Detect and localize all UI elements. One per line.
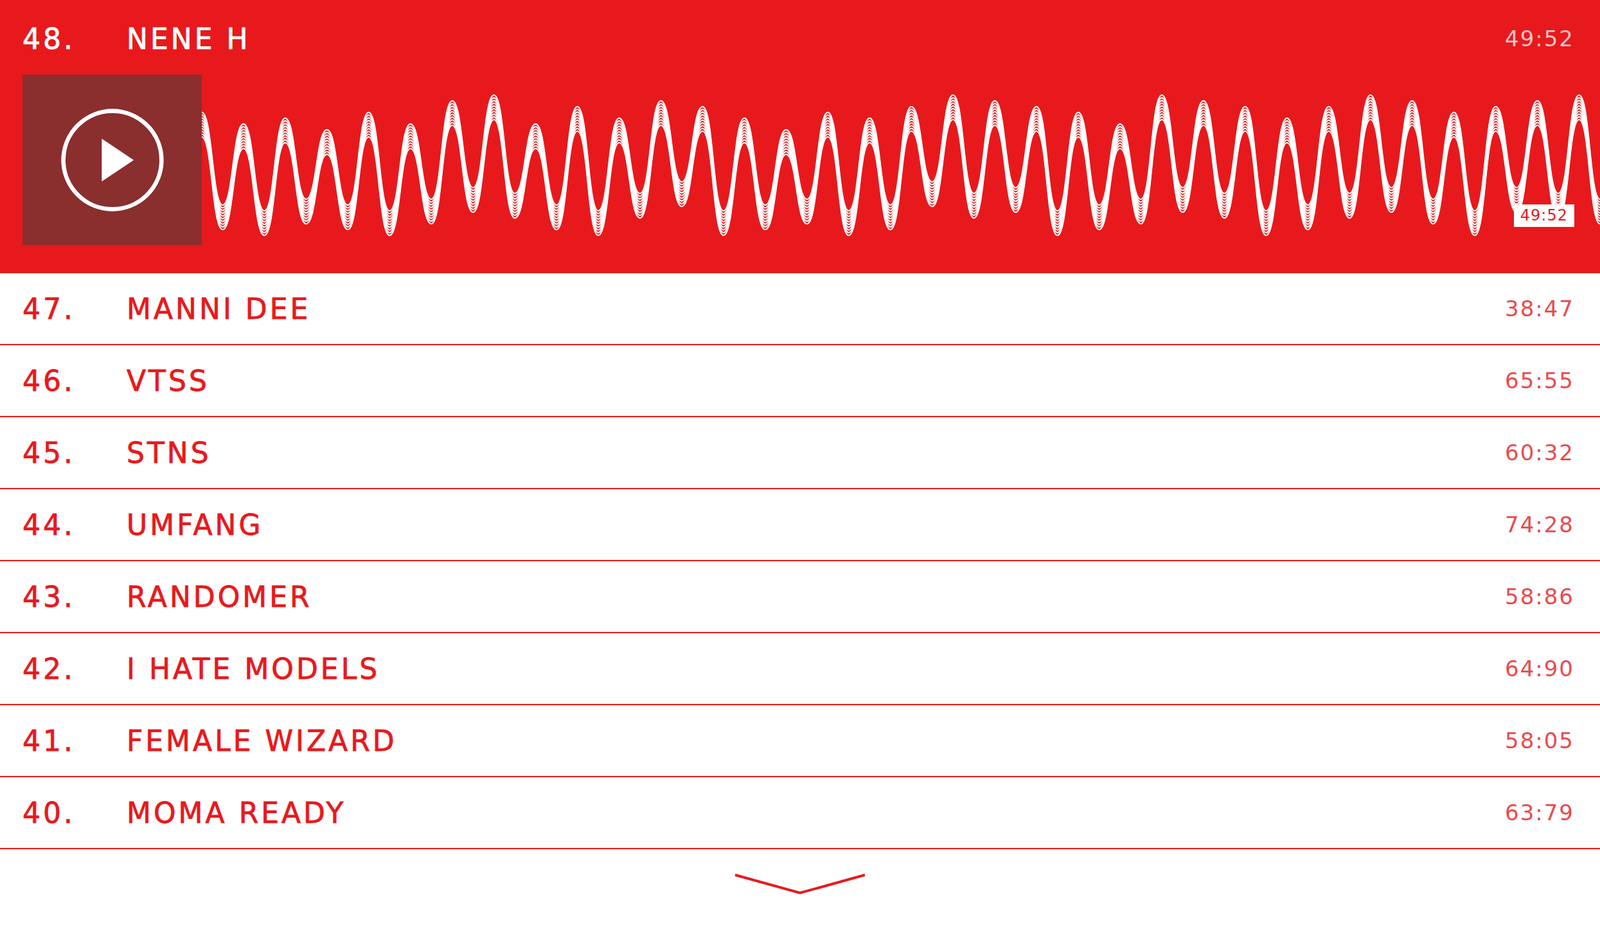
track-row[interactable]: 47. MANNI DEE 38:47 (0, 273, 1600, 346)
track-duration: 74:28 (1504, 511, 1575, 538)
track-rank: 47. (22, 292, 127, 326)
track-artist: STNS (126, 436, 1493, 470)
track-duration: 58:86 (1504, 583, 1575, 610)
track-duration: 49:52 (1504, 25, 1575, 52)
track-duration: 64:90 (1504, 655, 1575, 682)
load-more (0, 848, 1600, 897)
track-rank: 40. (22, 796, 127, 829)
track-rank: 46. (22, 364, 127, 398)
track-duration: 60:32 (1504, 439, 1575, 466)
now-playing-panel[interactable]: 48. NENE H 49:52 49:52 (0, 0, 1600, 274)
play-button[interactable] (59, 106, 166, 214)
more-button[interactable] (732, 870, 868, 897)
track-row[interactable]: 44. UMFANG 74:28 (0, 488, 1600, 561)
track-rank: 44. (22, 508, 127, 542)
track-artist: MANNI DEE (126, 292, 1493, 326)
waveform[interactable]: 49:52 (201, 74, 1600, 245)
track-artist: MOMA READY (126, 796, 1493, 829)
position-badge: 49:52 (1513, 204, 1575, 227)
now-playing-title: 48. NENE H (22, 22, 251, 56)
track-rank: 42. (22, 652, 127, 685)
cover-art (22, 74, 202, 245)
chevron-down-icon (732, 870, 868, 897)
track-duration: 38:47 (1504, 295, 1575, 322)
player-body: 49:52 (22, 74, 1600, 245)
track-row[interactable]: 43. RANDOMER 58:86 (0, 560, 1600, 633)
track-row[interactable]: 46. VTSS 65:55 (0, 345, 1600, 418)
waveform-graphic (201, 74, 1600, 245)
track-artist: NENE H (126, 22, 251, 56)
track-rank: 45. (22, 436, 127, 470)
waveform-line (201, 119, 1600, 236)
track-rank: 43. (22, 580, 127, 614)
track-row[interactable]: 45. STNS 60:32 (0, 417, 1600, 489)
track-list: 47. MANNI DEE 38:4746. VTSS 65:5545. STN… (0, 273, 1600, 849)
track-rank: 41. (22, 724, 127, 757)
track-duration: 63:79 (1504, 799, 1575, 826)
track-artist: I HATE MODELS (126, 652, 1493, 685)
track-artist: RANDOMER (126, 580, 1493, 614)
play-icon (59, 106, 166, 214)
track-artist: VTSS (126, 364, 1493, 398)
track-row[interactable]: 40. MOMA READY 63:79 (0, 776, 1600, 849)
now-playing-header: 48. NENE H 49:52 (22, 17, 1600, 60)
track-duration: 58:05 (1504, 727, 1575, 754)
track-row[interactable]: 41. FEMALE WIZARD 58:05 (0, 704, 1600, 777)
track-artist: UMFANG (126, 508, 1493, 542)
track-duration: 65:55 (1504, 367, 1575, 394)
track-rank: 48. (22, 22, 127, 56)
track-row[interactable]: 42. I HATE MODELS 64:90 (0, 632, 1600, 705)
playlist-page: 48. NENE H 49:52 49:52 47. MANNI DEE 38:… (0, 0, 1600, 927)
track-artist: FEMALE WIZARD (126, 724, 1493, 757)
